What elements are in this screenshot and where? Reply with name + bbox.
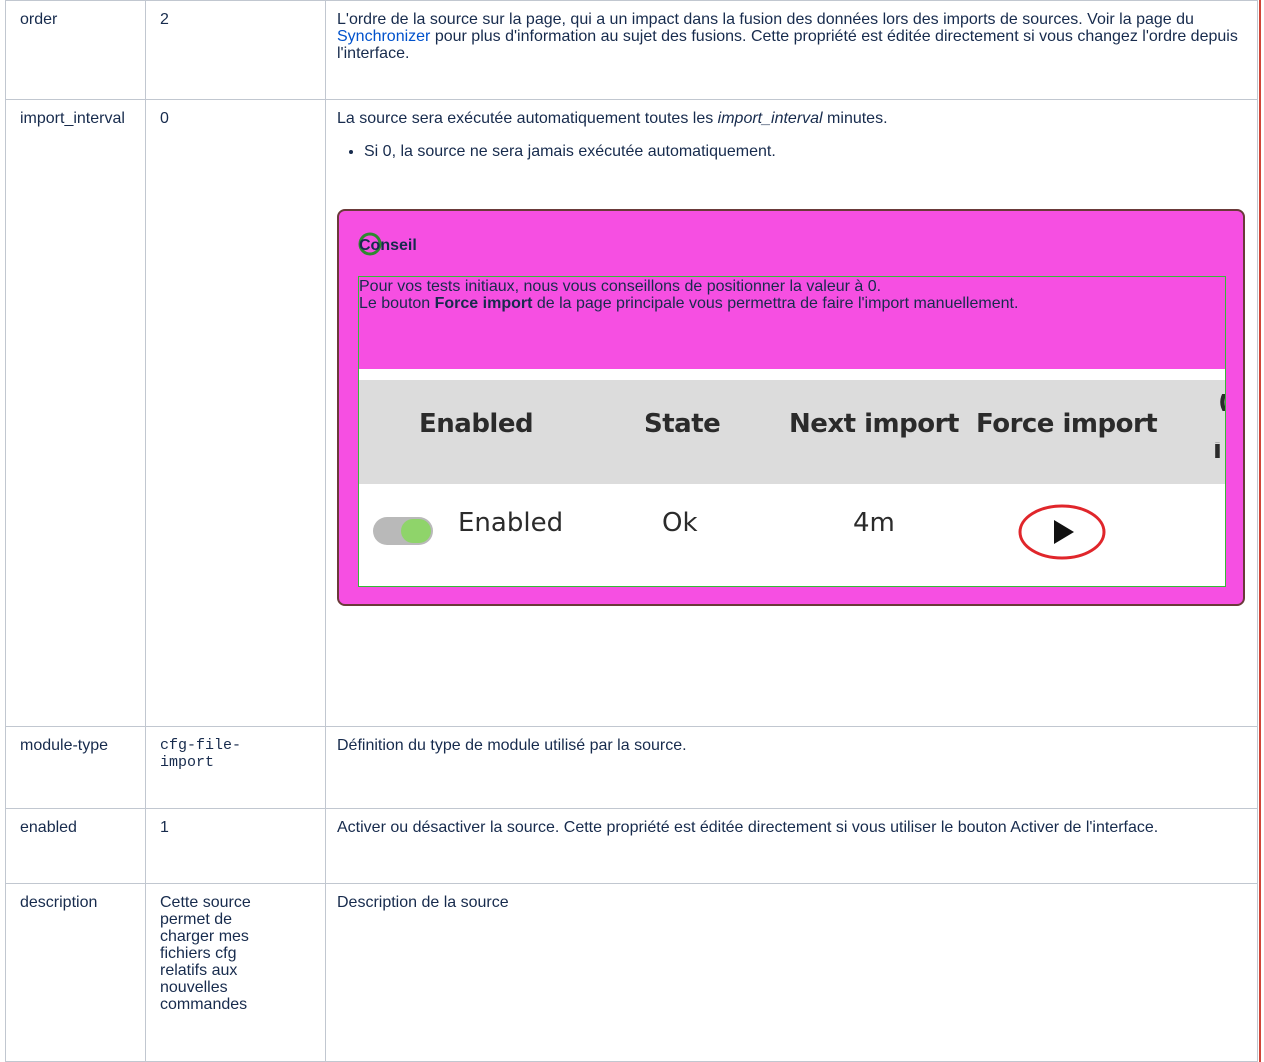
enabled-toggle [373, 517, 433, 545]
value-cell: 1 [145, 808, 326, 884]
description-text: pour plus d'information au sujet des fus… [337, 28, 1238, 62]
value-text: Cette source permet de charger mes fichi… [160, 894, 251, 1013]
description-cell: La source sera exécutée automatiquement … [325, 99, 1258, 727]
table-row: order 2 L'ordre de la source sur la page… [5, 0, 1258, 100]
value-cell: 2 [145, 0, 326, 100]
tip-panel: Conseil Pour vos tests initiaux, nous vo… [337, 209, 1245, 606]
value-cell: cfg-file-import [145, 726, 326, 809]
screenshot-header-bar: Enabled State Next import Force import (… [359, 380, 1225, 484]
key-cell: order [5, 0, 146, 100]
table-row: enabled 1 Activer ou désactiver la sourc… [5, 808, 1258, 884]
panel-line-text: Le bouton [359, 295, 435, 312]
table-row: module-type cfg-file-import Définition d… [5, 726, 1258, 809]
value-cell: Cette source permet de charger mes fichi… [145, 883, 326, 1062]
screenshot-value: 4m [853, 508, 895, 538]
screenshot-header: Next import [789, 409, 959, 439]
panel-line: Pour vos tests initiaux, nous vous conse… [359, 278, 882, 295]
panel-title: Conseil [359, 237, 417, 254]
key-cell: import_interval [5, 99, 146, 727]
properties-table: order 2 L'ordre de la source sur la page… [5, 0, 1258, 1062]
description-cell: Définition du type de module utilisé par… [325, 726, 1258, 809]
description-em: import_interval [717, 110, 823, 127]
screenshot-header: Enabled [419, 409, 534, 439]
description-text: minutes. [822, 110, 888, 127]
table-row: description Cette source permet de charg… [5, 883, 1258, 1062]
code-value: cfg-file-import [160, 737, 242, 771]
screenshot-header: State [644, 409, 721, 439]
panel-body: Pour vos tests initiaux, nous vous conse… [358, 276, 1226, 587]
table-row: import_interval 0 La source sera exécuté… [5, 99, 1258, 727]
clipped-header-fragment: i [1213, 442, 1222, 459]
screenshot-header: Force import [976, 409, 1158, 439]
description-cell: Description de la source [325, 883, 1258, 1062]
panel-text: Pour vos tests initiaux, nous vous conse… [359, 278, 1225, 312]
description-text: L'ordre de la source sur la page, qui a … [337, 11, 1194, 28]
description-cell: L'ordre de la source sur la page, qui a … [325, 0, 1258, 100]
play-icon [1018, 504, 1106, 560]
description-cell: Activer ou désactiver la source. Cette p… [325, 808, 1258, 884]
key-text: import_interval [20, 110, 125, 127]
panel-line: Le bouton Force import de la page princi… [359, 295, 1225, 312]
edge-marker [1259, 0, 1261, 1062]
list-item: Si 0, la source ne sera jamais exécutée … [364, 143, 1248, 160]
key-cell: enabled [5, 808, 146, 884]
key-cell: module-type [5, 726, 146, 809]
key-cell: description [5, 883, 146, 1062]
description-text: La source sera exécutée automatiquement … [337, 110, 718, 127]
panel-line-text: de la page principale vous permettra de … [532, 295, 1019, 312]
clipped-header-fragment: ( [1218, 394, 1225, 411]
synchronizer-link[interactable]: Synchronizer [337, 28, 430, 45]
embedded-screenshot: Enabled State Next import Force import (… [359, 369, 1225, 586]
bullet-list: Si 0, la source ne sera jamais exécutée … [337, 143, 1248, 160]
screenshot-value: Enabled [458, 508, 564, 538]
value-cell: 0 [145, 99, 326, 727]
toggle-knob [401, 519, 431, 543]
screenshot-value: Ok [662, 508, 698, 538]
panel-line-bold: Force import [434, 295, 533, 312]
